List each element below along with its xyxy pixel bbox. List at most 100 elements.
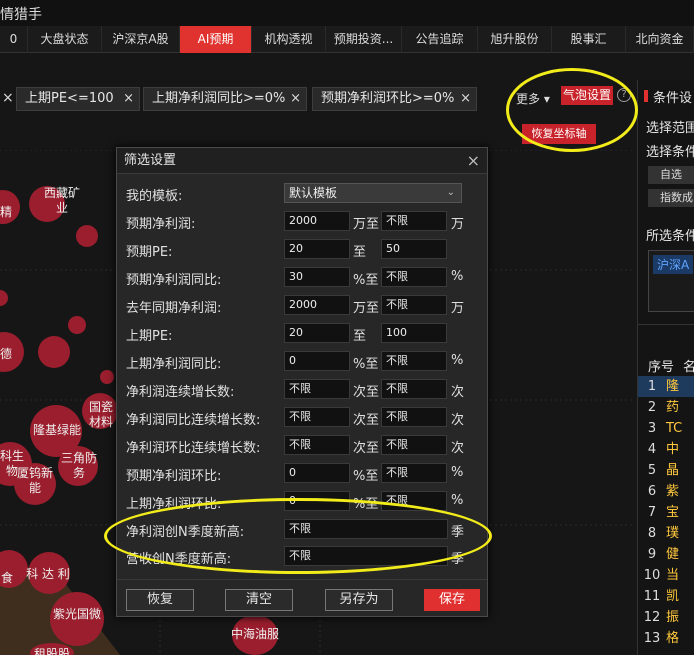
max-input[interactable]: 不限 <box>381 211 447 231</box>
close-icon[interactable]: × <box>2 90 14 106</box>
row-number: 7 <box>647 505 657 520</box>
table-row[interactable]: 5晶 <box>638 460 694 481</box>
right-panel: 条件设 选择范围 选择条件 自选 指数成 所选条件 沪深A 序号 名 1隆 2药… <box>637 80 694 655</box>
min-input[interactable]: 0 <box>284 463 350 483</box>
table-row[interactable]: 8璞 <box>638 523 694 544</box>
unit-label: 次 <box>451 441 465 456</box>
tab-northbound[interactable]: 北向资金 <box>626 26 694 53</box>
help-icon[interactable]: ? <box>617 88 631 102</box>
min-input[interactable]: 20 <box>284 323 350 343</box>
tab-expected-invest[interactable]: 预期投资... <box>326 26 402 53</box>
tab-a-shares[interactable]: 沪深京A股 <box>102 26 180 53</box>
index-constituents-button[interactable]: 指数成 <box>648 189 694 207</box>
app-title: 情猎手 <box>0 7 42 23</box>
min-input[interactable]: 2000 <box>284 295 350 315</box>
max-input[interactable]: 不限 <box>381 379 447 399</box>
table-row[interactable]: 11 凯 <box>638 586 694 607</box>
revenue-high-input[interactable]: 不限 <box>284 546 448 566</box>
filter-row: 上期PE: 20 至 100 <box>126 322 481 344</box>
bubble-label: 隆基绿能 <box>32 423 81 437</box>
table-row[interactable]: 7宝 <box>638 502 694 523</box>
selected-conditions-box: 沪深A <box>648 250 694 312</box>
more-dropdown[interactable]: 更多 ▾ <box>516 90 550 107</box>
unit-label: 季 <box>451 525 465 540</box>
filter-chip[interactable]: 预期净利润环比>=0% × <box>312 87 477 111</box>
quarters-high-input[interactable]: 不限 <box>284 519 448 539</box>
unit-label: %至 <box>353 273 379 288</box>
bubble-point[interactable] <box>76 225 98 247</box>
save-button[interactable]: 保存 <box>424 589 480 611</box>
bubble-point[interactable] <box>38 336 70 368</box>
filter-label: 上期净利润环比: <box>126 497 222 512</box>
max-input[interactable]: 不限 <box>381 295 447 315</box>
row-name: 璞 <box>666 526 680 541</box>
min-input[interactable]: 不限 <box>284 379 350 399</box>
table-row[interactable]: 9健 <box>638 544 694 565</box>
tab-market-status[interactable]: 大盘状态 <box>28 26 102 53</box>
unit-label: 万 <box>451 301 465 316</box>
table-row[interactable]: 13 格 <box>638 628 694 649</box>
filter-row: 净利润同比连续增长数: 不限 次至 不限 次 <box>126 406 481 428</box>
dialog-title-bar[interactable]: 筛选设置 × <box>117 148 487 174</box>
table-row[interactable]: 4中 <box>638 439 694 460</box>
table-row[interactable]: 1隆 <box>638 376 694 397</box>
clear-button[interactable]: 清空 <box>225 589 293 611</box>
filter-row: 净利润环比连续增长数: 不限 次至 不限 次 <box>126 434 481 456</box>
row-number: 11 <box>643 589 661 604</box>
filter-chip[interactable]: 上期PE<=100 × <box>16 87 140 111</box>
table-row[interactable]: 2药 <box>638 397 694 418</box>
max-input[interactable]: 不限 <box>381 435 447 455</box>
close-icon[interactable]: × <box>460 88 471 110</box>
tab-stock-news[interactable]: 股事汇 <box>552 26 626 53</box>
tab-ai-forecast[interactable]: AI预期 <box>180 26 252 53</box>
watchlist-button[interactable]: 自选 <box>648 166 694 184</box>
save-as-button[interactable]: 另存为 <box>325 589 393 611</box>
column-header-name: 名 <box>683 356 694 375</box>
max-input[interactable]: 不限 <box>381 463 447 483</box>
unit-label: %至 <box>353 357 379 372</box>
close-icon[interactable]: × <box>290 88 301 110</box>
unit-label: 次至 <box>353 441 380 456</box>
table-row[interactable]: 6紫 <box>638 481 694 502</box>
bubble-label: 紫光国微 <box>52 607 101 621</box>
filter-chip-label: 上期净利润同比>=0% <box>152 91 286 106</box>
min-input[interactable]: 0 <box>284 351 350 371</box>
row-number: 10 <box>643 568 661 583</box>
row-name: 晶 <box>666 463 680 478</box>
max-input[interactable]: 100 <box>381 323 447 343</box>
max-input[interactable]: 不限 <box>381 351 447 371</box>
condition-tag[interactable]: 沪深A <box>653 255 694 274</box>
close-icon[interactable]: × <box>123 88 134 110</box>
unit-label: 次 <box>451 413 465 428</box>
template-select[interactable]: 默认模板 ⌄ <box>284 183 462 203</box>
max-input[interactable]: 不限 <box>381 267 447 287</box>
table-row[interactable]: 12 振 <box>638 607 694 628</box>
max-input[interactable]: 不限 <box>381 491 447 511</box>
tab-0[interactable]: 0 <box>0 26 28 53</box>
min-input[interactable]: 不限 <box>284 407 350 427</box>
tab-announcement[interactable]: 公告追踪 <box>402 26 478 53</box>
max-input[interactable]: 50 <box>381 239 447 259</box>
unit-label: 至 <box>353 329 367 344</box>
max-input[interactable]: 不限 <box>381 407 447 427</box>
min-input[interactable]: 0 <box>284 491 350 511</box>
reset-axis-button[interactable]: 恢复坐标轴 <box>522 124 596 144</box>
filter-label: 预期净利润: <box>126 217 196 232</box>
tab-institution[interactable]: 机构透视 <box>252 26 326 53</box>
panel-title: 条件设 <box>653 91 693 106</box>
min-input[interactable]: 不限 <box>284 435 350 455</box>
tab-stock-xusheng[interactable]: 旭升股份 <box>478 26 552 53</box>
restore-button[interactable]: 恢复 <box>126 589 194 611</box>
min-input[interactable]: 30 <box>284 267 350 287</box>
close-icon[interactable]: × <box>467 148 480 174</box>
column-header-seq: 序号 <box>648 360 675 375</box>
min-input[interactable]: 20 <box>284 239 350 259</box>
min-input[interactable]: 2000 <box>284 211 350 231</box>
bubble-point[interactable] <box>68 316 86 334</box>
table-row[interactable]: 10 当 <box>638 565 694 586</box>
table-row[interactable]: 3 TC <box>638 418 694 439</box>
row-name: 宝 <box>666 505 680 520</box>
bubble-point[interactable] <box>100 370 114 384</box>
bubble-settings-button[interactable]: 气泡设置 <box>561 86 613 105</box>
filter-chip[interactable]: 上期净利润同比>=0% × <box>143 87 307 111</box>
